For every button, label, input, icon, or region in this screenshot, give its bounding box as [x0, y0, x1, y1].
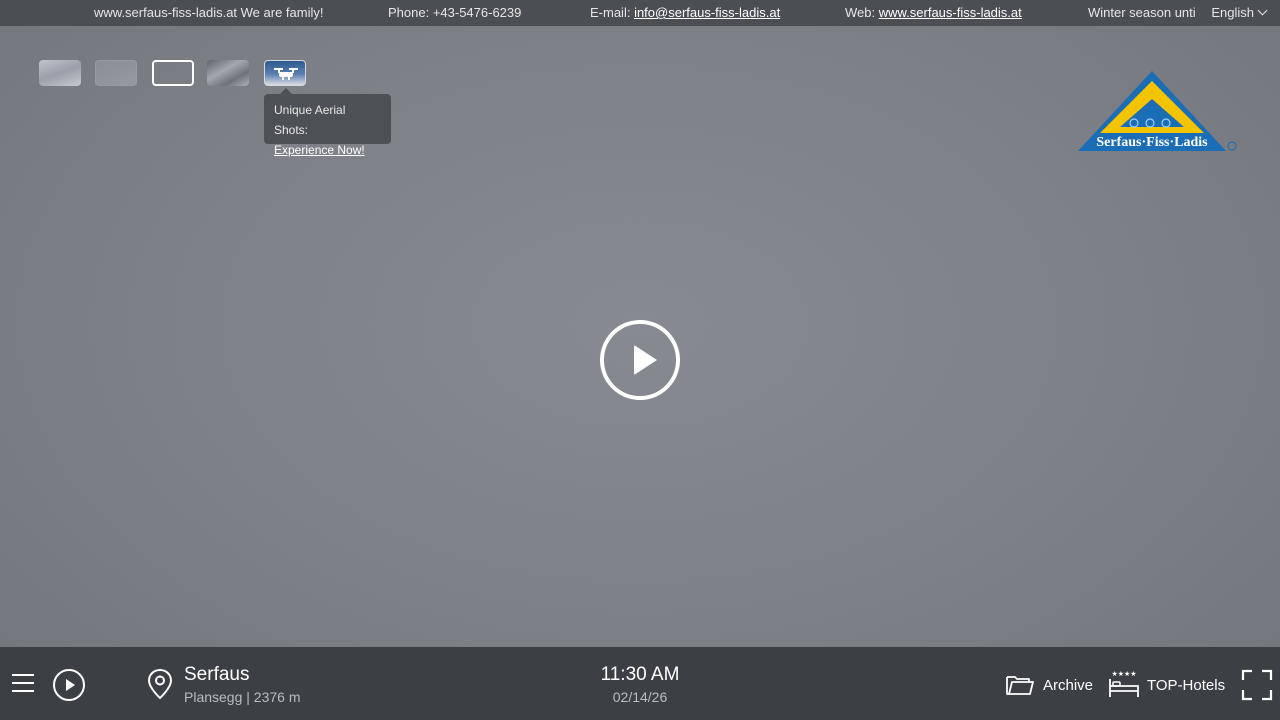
webcam-thumb-1[interactable] [39, 60, 81, 86]
fullscreen-icon[interactable] [1241, 669, 1273, 701]
folder-icon [1006, 676, 1034, 695]
email-info: E-mail: info@serfaus-fiss-ladis.at [590, 5, 780, 20]
webcam-thumb-2[interactable] [95, 60, 137, 86]
experience-now-link[interactable]: Experience Now! [274, 140, 381, 160]
webcam-thumb-3[interactable] [152, 60, 194, 86]
tooltip-title: Unique Aerial Shots: [274, 103, 346, 137]
top-info-bar: www.serfaus-fiss-ladis.at We are family!… [0, 0, 1280, 26]
drone-icon [274, 68, 298, 80]
language-label: English [1211, 5, 1254, 20]
time-display: 11:30 AM [600, 664, 680, 685]
logo-graphic: Serfaus·Fiss·Ladis [1078, 71, 1237, 151]
svg-text:Serfaus·Fiss·Ladis: Serfaus·Fiss·Ladis [1096, 135, 1208, 150]
serfaus-fiss-ladis-logo[interactable]: Serfaus·Fiss·Ladis [1076, 69, 1240, 155]
aerial-tooltip: Unique Aerial Shots: Experience Now! [264, 88, 391, 157]
location-pin-icon [147, 668, 173, 700]
hotels-label: TOP-Hotels [1147, 677, 1226, 694]
play-button[interactable] [600, 320, 680, 400]
season-text: Winter season unti [1088, 5, 1196, 20]
location-name[interactable]: Serfaus [184, 664, 249, 686]
web-link[interactable]: www.serfaus-fiss-ladis.at [879, 5, 1022, 20]
language-selector[interactable]: English [1211, 5, 1268, 20]
email-label: E-mail: [590, 5, 635, 20]
play-small-icon[interactable] [53, 669, 85, 701]
phone-text: Phone: +43-5476-6239 [388, 5, 522, 20]
aerial-drone-thumb[interactable] [264, 60, 306, 86]
hotel-bed-icon: ★★★★ [1109, 670, 1139, 697]
svg-text:★★★★: ★★★★ [1111, 670, 1136, 678]
web-info: Web: www.serfaus-fiss-ladis.at [845, 5, 1022, 20]
archive-label: Archive [1043, 677, 1094, 694]
webcam-thumb-4[interactable] [207, 60, 249, 86]
slogan-text: www.serfaus-fiss-ladis.at We are family! [94, 5, 324, 20]
chevron-down-icon [1257, 5, 1268, 16]
email-link[interactable]: info@serfaus-fiss-ladis.at [634, 5, 780, 20]
web-label: Web: [845, 5, 879, 20]
date-display: 02/14/26 [612, 689, 668, 705]
bottom-control-bar: Serfaus Plansegg | 2376 m 11:30 AM 02/14… [0, 647, 1280, 720]
menu-icon[interactable] [12, 674, 34, 694]
location-detail: Plansegg | 2376 m [184, 689, 301, 705]
